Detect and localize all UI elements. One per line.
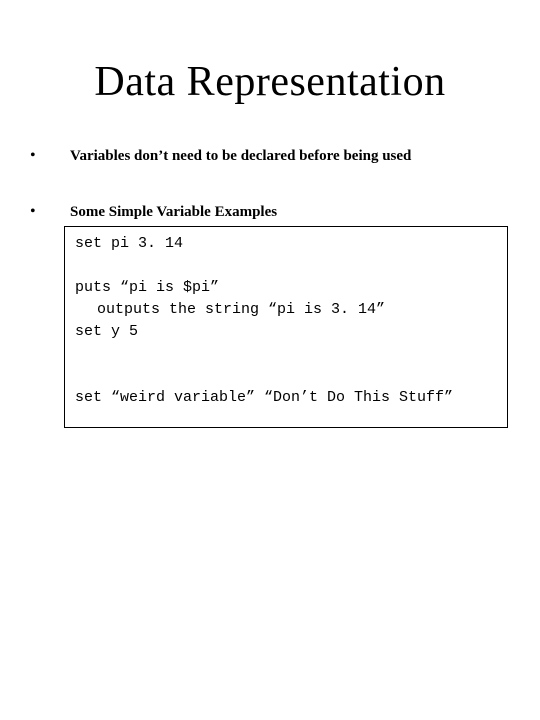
- bullet-text-1: Variables don’t need to be declared befo…: [70, 146, 411, 166]
- code-blank-line: [75, 255, 497, 277]
- code-line: set y 5: [75, 321, 497, 343]
- code-line: set pi 3. 14: [75, 233, 497, 255]
- bullet-dot-icon: •: [24, 146, 70, 166]
- code-blank-line: [75, 343, 497, 387]
- bullet-text-2: Some Simple Variable Examples: [70, 202, 277, 222]
- bullet-dot-icon: •: [24, 202, 70, 222]
- code-line: puts “pi is $pi”: [75, 277, 497, 299]
- slide-title: Data Representation: [24, 58, 516, 106]
- code-line: outputs the string “pi is 3. 14”: [75, 299, 497, 321]
- code-line: set “weird variable” “Don’t Do This Stuf…: [75, 387, 497, 409]
- bullet-item-2: • Some Simple Variable Examples: [24, 202, 516, 222]
- slide-page: Data Representation • Variables don’t ne…: [0, 0, 540, 720]
- bullet-item-1: • Variables don’t need to be declared be…: [24, 146, 516, 166]
- code-example-box: set pi 3. 14 puts “pi is $pi” outputs th…: [64, 226, 508, 428]
